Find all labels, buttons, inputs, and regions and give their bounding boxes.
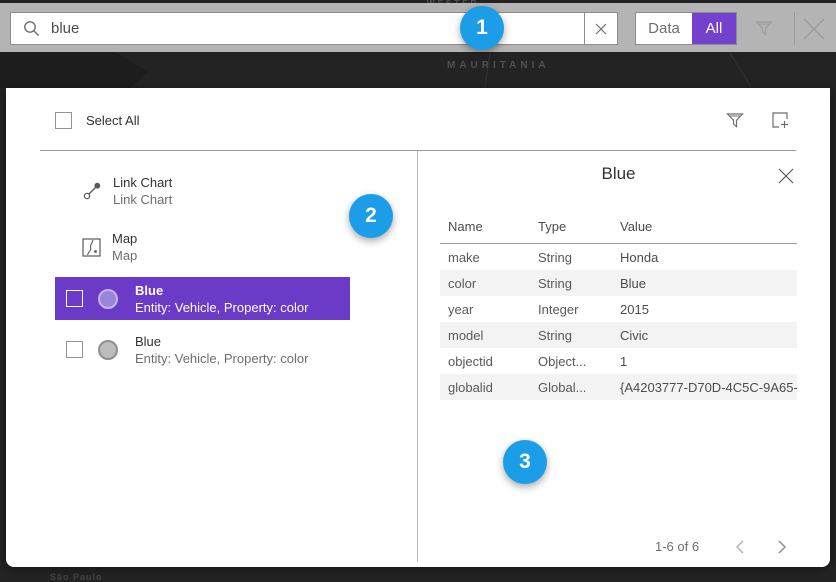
pagination-next-button[interactable] (771, 536, 793, 558)
filter-funnel-icon (754, 18, 774, 38)
toolbar-close-button[interactable] (802, 16, 828, 42)
map-label-bottom: São Paulo (50, 572, 103, 582)
result-subtitle: Link Chart (113, 191, 172, 208)
column-header-type: Type (530, 214, 612, 244)
result-title: Link Chart (113, 174, 172, 191)
result-checkbox[interactable] (66, 341, 83, 358)
scope-option-data[interactable]: Data (636, 13, 692, 44)
entity-circle-icon (98, 289, 118, 309)
add-to-selection-button[interactable] (770, 109, 792, 131)
clear-x-icon (595, 23, 607, 35)
annotation-badge-2: 2 (349, 194, 393, 238)
search-icon (11, 13, 51, 44)
filter-funnel-icon (725, 110, 745, 130)
select-all-label: Select All (86, 113, 139, 128)
result-title: Blue (135, 282, 308, 299)
column-header-value: Value (612, 214, 797, 244)
scope-option-all[interactable]: All (692, 13, 736, 44)
detail-close-button[interactable] (777, 166, 797, 186)
table-row: objectidObject...1 (440, 348, 797, 374)
select-all-control[interactable]: Select All (55, 112, 139, 129)
map-border-line (729, 53, 751, 87)
result-checkbox[interactable] (66, 290, 83, 307)
table-header-row: Name Type Value (440, 214, 797, 244)
table-row: globalidGlobal...{A4203777-D70D-4C5C-9A6… (440, 374, 797, 400)
toolbar-divider (794, 12, 795, 45)
panel-filter-button[interactable] (725, 109, 747, 131)
result-item-blue[interactable]: Blue Entity: Vehicle, Property: color (55, 328, 350, 371)
chevron-right-icon (771, 537, 791, 557)
map-label-mauritania: MAURITANIA (447, 60, 550, 71)
table-row: colorStringBlue (440, 270, 797, 296)
result-subtitle: Entity: Vehicle, Property: color (135, 299, 308, 316)
result-subtitle: Map (112, 247, 137, 264)
result-subtitle: Entity: Vehicle, Property: color (135, 350, 308, 367)
table-row: makeStringHonda (440, 244, 797, 271)
result-title: Map (112, 230, 137, 247)
map-icon (82, 238, 101, 257)
detail-title: Blue (440, 164, 797, 184)
search-overlay-screen: { "toolbar": { "search_value": "blue", "… (0, 0, 836, 579)
close-x-icon (777, 167, 795, 185)
link-chart-icon (82, 181, 102, 201)
map-ocean-shape (0, 52, 148, 88)
close-x-icon (802, 17, 826, 41)
pagination-label: 1-6 of 6 (655, 539, 699, 554)
table-row: yearInteger2015 (440, 296, 797, 322)
attributes-table: Name Type Value makeStringHonda colorStr… (440, 214, 797, 400)
add-to-selection-icon (770, 110, 790, 130)
entity-circle-icon (98, 340, 118, 360)
table-row: modelStringCivic (440, 322, 797, 348)
search-toolbar: Data All (0, 3, 836, 52)
scope-toggle: Data All (635, 12, 737, 45)
column-header-name: Name (440, 214, 530, 244)
annotation-badge-1: 1 (460, 6, 504, 50)
annotation-badge-3: 3 (503, 440, 547, 484)
result-title: Blue (135, 333, 308, 350)
pagination: 1-6 of 6 (440, 536, 797, 558)
search-box (10, 12, 618, 45)
result-item-map[interactable]: Map Map (82, 230, 137, 264)
search-results-panel: Select All Link Chart Link Chart Map Map… (6, 88, 830, 567)
panel-header-divider (40, 150, 796, 151)
search-input[interactable] (51, 13, 584, 44)
select-all-checkbox[interactable] (55, 112, 72, 129)
toolbar-filter-button[interactable] (754, 17, 776, 39)
chevron-left-icon (731, 537, 751, 557)
column-divider (417, 151, 418, 562)
result-item-blue-selected[interactable]: Blue Entity: Vehicle, Property: color (55, 277, 350, 320)
pagination-prev-button[interactable] (731, 536, 753, 558)
clear-search-button[interactable] (584, 13, 617, 44)
result-item-link-chart[interactable]: Link Chart Link Chart (82, 174, 172, 208)
